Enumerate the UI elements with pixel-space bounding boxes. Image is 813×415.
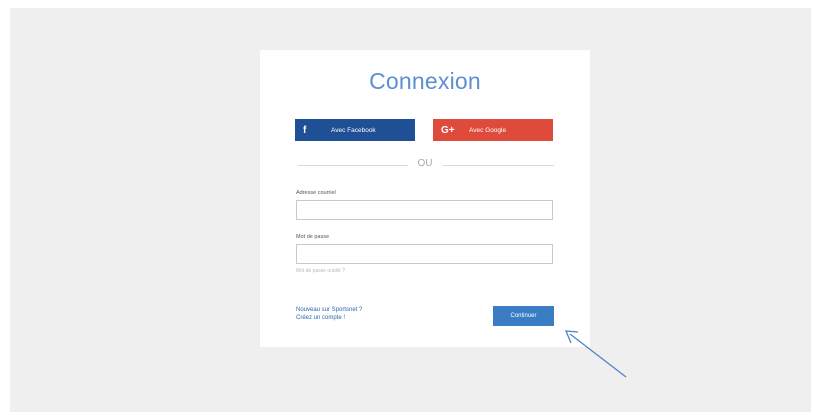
annotation-arrow-icon [564,330,627,378]
